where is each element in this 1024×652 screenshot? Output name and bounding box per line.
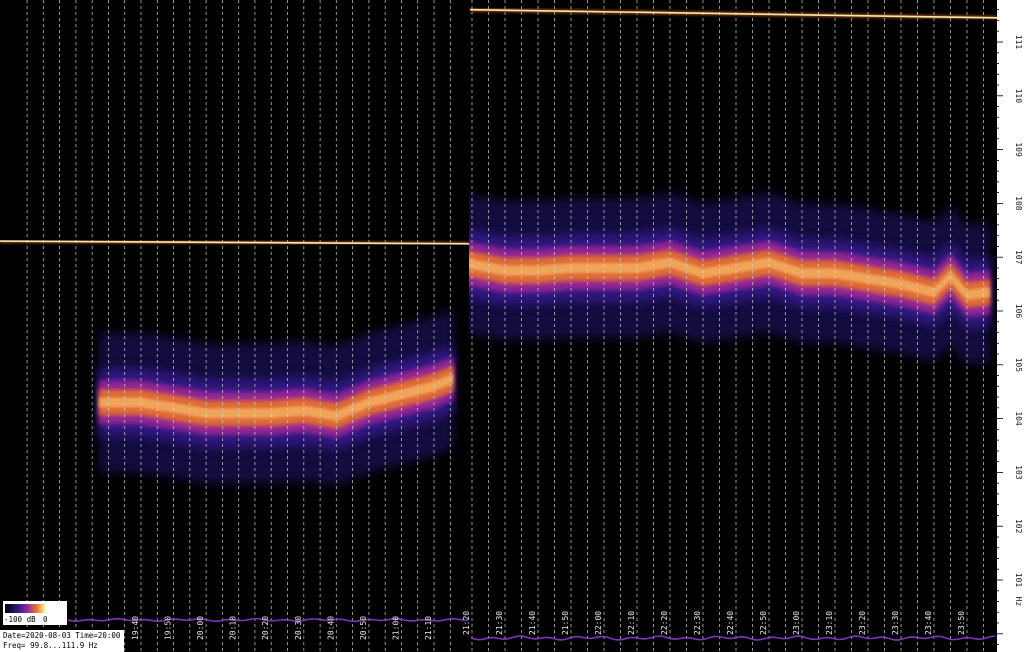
x-tick-label: 23:30 [891, 611, 900, 635]
y-tick-label: 101 [1014, 573, 1023, 588]
x-tick-label: 19:50 [164, 616, 173, 640]
colorbar-min-label: -100 dB [4, 615, 36, 624]
x-tick-label: 20:50 [359, 616, 368, 640]
y-tick-label: 107 [1014, 250, 1023, 265]
x-tick-label: 22:30 [693, 611, 702, 635]
x-tick-label: 22:50 [759, 611, 768, 635]
x-tick-label: 21:00 [391, 616, 400, 640]
x-tick-label: 23:40 [924, 611, 933, 635]
x-tick-label: 21:20 [462, 611, 471, 635]
y-tick-label: 106 [1014, 304, 1023, 319]
y-tick-label: 109 [1014, 142, 1023, 157]
x-tick-label: 20:20 [261, 616, 270, 640]
x-tick-label: 19:40 [131, 616, 140, 640]
x-tick-label: 23:20 [858, 611, 867, 635]
x-tick-label: 22:20 [660, 611, 669, 635]
x-tick-label: 21:30 [495, 611, 504, 635]
info-box: Date=2020-08-03 Time=20:00 Freq= 99.8...… [0, 630, 124, 652]
y-tick-label: 103 [1014, 465, 1023, 480]
y-tick-label: 110 [1014, 89, 1023, 104]
x-tick-label: 20:00 [196, 616, 205, 640]
band-right [469, 192, 991, 365]
spectrogram-plot: 101 102 103 104 105 106 107 108 109 110 111 Hz 19:4… [0, 0, 1024, 652]
x-tick-label: 21:50 [561, 611, 570, 635]
x-tick-label: 22:10 [627, 611, 636, 635]
y-tick-label: 102 [1014, 519, 1023, 534]
colorbar-legend: -100 dB 0 [3, 601, 67, 625]
x-tick-label: 21:40 [528, 611, 537, 635]
colorbar-max-label: 0 [43, 615, 48, 624]
colorbar-gradient [5, 604, 45, 613]
x-tick-label: 21:10 [424, 616, 433, 640]
x-tick-label: 22:00 [594, 611, 603, 635]
x-tick-label: 20:30 [294, 616, 303, 640]
x-tick-label: 20:40 [326, 616, 335, 640]
y-tick-label: 104 [1014, 411, 1023, 426]
x-tick-label: 20:10 [229, 616, 238, 640]
x-tick-label: 22:40 [726, 611, 735, 635]
info-freq-line: Freq= 99.8...111.9 Hz [3, 641, 98, 650]
x-tick-label: 23:10 [825, 611, 834, 635]
x-tick-label: 23:00 [792, 611, 801, 635]
y-tick-label: 108 [1014, 196, 1023, 211]
y-unit-label: Hz [1014, 597, 1023, 607]
y-tick-label: 105 [1014, 358, 1023, 373]
info-date-line: Date=2020-08-03 Time=20:00 [3, 631, 121, 640]
y-tick-label: 111 [1014, 35, 1023, 50]
x-tick-label: 23:50 [957, 611, 966, 635]
